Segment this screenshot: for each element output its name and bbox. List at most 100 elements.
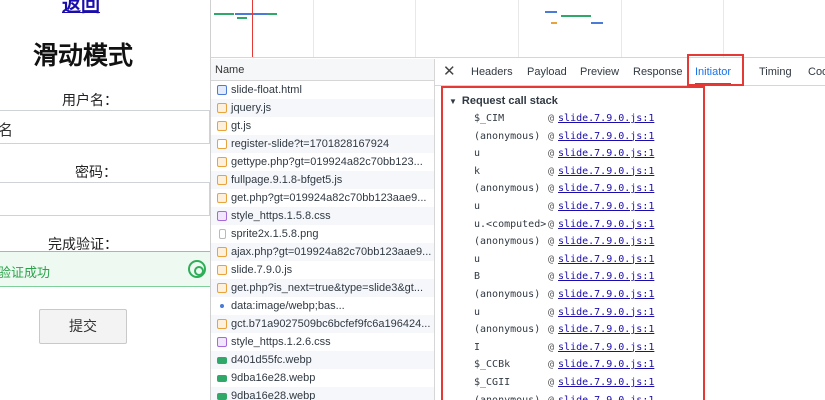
tab-cookies[interactable]: Cookies: [808, 59, 825, 85]
request-row[interactable]: gettype.php?gt=019924a82c70bb123...: [211, 153, 434, 171]
stack-frame: (anonymous) @slide.7.9.0.js:1: [474, 183, 654, 201]
stack-frame: k @ slide.7.9.0.js:1: [474, 166, 654, 184]
request-row[interactable]: ajax.php?gt=019924a82c70bb123aae9...: [211, 243, 434, 261]
frame-source-link[interactable]: slide.7.9.0.js:1: [558, 131, 654, 142]
frame-source-link[interactable]: slide.7.9.0.js:1: [558, 148, 654, 159]
request-row[interactable]: d401d55fc.webp: [211, 351, 434, 369]
tab-response[interactable]: Response: [633, 59, 683, 85]
request-row[interactable]: register-slide?t=1701828167924: [211, 135, 434, 153]
request-row[interactable]: 9dba16e28.webp: [211, 369, 434, 387]
frame-source-link[interactable]: slide.7.9.0.js:1: [558, 359, 654, 370]
frame-source-link[interactable]: slide.7.9.0.js:1: [558, 183, 654, 194]
file-type-icon: [217, 103, 227, 113]
request-row[interactable]: jquery.js: [211, 99, 434, 117]
request-name: style_https.1.2.6.css: [231, 336, 331, 348]
request-row[interactable]: get.php?is_next=true&type=slide3&gt...: [211, 279, 434, 297]
overview-bar: [561, 15, 591, 17]
file-type-icon: [217, 265, 227, 275]
frame-function: (anonymous): [474, 130, 541, 142]
stack-frame: (anonymous)@slide.7.9.0.js:1: [474, 395, 654, 400]
file-type-icon: [217, 319, 227, 329]
frame-source-link[interactable]: slide.7.9.0.js:1: [558, 254, 654, 265]
request-name: get.php?gt=019924a82c70bb123aae9...: [231, 192, 427, 204]
file-type-icon: [217, 283, 227, 293]
frame-function: (anonymous): [474, 183, 541, 195]
frame-source-link[interactable]: slide.7.9.0.js:1: [558, 113, 654, 124]
request-rows: slide-float.html jquery.js gt.js register-s…: [211, 81, 434, 400]
file-type-icon: [217, 337, 227, 347]
frame-at-sign: @: [548, 183, 555, 195]
request-name: get.php?is_next=true&type=slide3&gt...: [231, 282, 424, 294]
tab-headers[interactable]: Headers: [471, 59, 513, 85]
frame-source-link[interactable]: slide.7.9.0.js:1: [558, 166, 654, 177]
request-row[interactable]: get.php?gt=019924a82c70bb123aae9...: [211, 189, 434, 207]
frame-at-sign: @: [548, 113, 555, 124]
stack-frame: (anonymous)@slide.7.9.0.js:1: [474, 324, 654, 342]
request-row[interactable]: data:image/webp;bas...: [211, 297, 434, 315]
request-list[interactable]: Name slide-float.html jquery.js gt.js regis…: [211, 59, 435, 400]
tab-timing[interactable]: Timing: [759, 59, 792, 85]
frame-function: (anonymous): [474, 395, 548, 400]
web-page: 返回 滑动模式 用户名： 名 密码： 完成验证： 验证成功 提交: [0, 0, 210, 400]
request-row[interactable]: gt.js: [211, 117, 434, 135]
frame-function: B: [474, 271, 481, 283]
frame-source-link[interactable]: slide.7.9.0.js:1: [558, 236, 654, 247]
overview-bar: [237, 17, 247, 19]
overview-gridline: [621, 0, 622, 57]
frame-function: u: [474, 306, 481, 318]
request-row[interactable]: 9dba16e28.webp: [211, 387, 434, 400]
request-row[interactable]: style_https.1.5.8.css: [211, 207, 434, 225]
request-row[interactable]: gct.b71a9027509bc6bcfef9fc6a196424...: [211, 315, 434, 333]
password-input[interactable]: [0, 182, 210, 216]
overview-bar: [545, 11, 557, 13]
stack-frame: u.<computed> @ slide.7.9.0.js:1: [474, 219, 654, 237]
network-overview[interactable]: [211, 0, 825, 58]
file-type-icon: [217, 247, 227, 257]
tab-preview[interactable]: Preview: [580, 59, 619, 85]
stack-frame: I @ slide.7.9.0.js:1: [474, 342, 654, 360]
request-row[interactable]: sprite2x.1.5.8.png: [211, 225, 434, 243]
frame-source-link[interactable]: slide.7.9.0.js:1: [558, 289, 654, 300]
file-type-icon: [217, 375, 227, 382]
frame-function: $_CGII: [474, 377, 511, 388]
submit-button[interactable]: 提交: [39, 309, 127, 344]
file-type-icon: [220, 304, 224, 308]
password-label: 密码：: [75, 164, 117, 180]
load-marker: [252, 0, 253, 57]
request-name: d401d55fc.webp: [231, 354, 312, 366]
captcha-status: 验证成功: [0, 265, 51, 280]
request-row[interactable]: fullpage.9.1.8-bfget5.js: [211, 171, 434, 189]
frame-at-sign: @: [548, 253, 555, 265]
request-name: slide.7.9.0.js: [231, 264, 293, 276]
overview-bar: [591, 22, 603, 24]
frame-source-link[interactable]: slide.7.9.0.js:1: [558, 201, 654, 212]
stack-frame: (anonymous)@slide.7.9.0.js:1: [474, 131, 654, 149]
frame-source-link[interactable]: slide.7.9.0.js:1: [558, 377, 654, 388]
back-link[interactable]: 返回: [62, 0, 100, 17]
call-stack-header[interactable]: ▼ Request call stack: [449, 95, 558, 107]
frame-source-link[interactable]: slide.7.9.0.js:1: [558, 342, 654, 353]
frame-source-link[interactable]: slide.7.9.0.js:1: [558, 395, 654, 400]
frame-at-sign: @: [548, 165, 555, 177]
stack-frame: u @ slide.7.9.0.js:1: [474, 254, 654, 272]
overview-gridline: [723, 0, 724, 57]
stack-frame: $_CCBk @ slide.7.9.0.js:1: [474, 359, 654, 377]
request-detail: ✕ Headers Payload Preview Response Initi…: [435, 54, 825, 400]
request-name: data:image/webp;bas...: [231, 300, 345, 312]
frame-source-link[interactable]: slide.7.9.0.js:1: [558, 307, 654, 318]
name-column-header[interactable]: Name: [211, 59, 434, 81]
request-row[interactable]: style_https.1.2.6.css: [211, 333, 434, 351]
username-input[interactable]: 名: [0, 110, 210, 144]
tab-payload[interactable]: Payload: [527, 59, 567, 85]
close-detail-icon[interactable]: ✕: [443, 62, 456, 80]
frame-source-link[interactable]: slide.7.9.0.js:1: [558, 324, 654, 335]
captcha-widget[interactable]: 验证成功: [0, 251, 210, 287]
request-name: 9dba16e28.webp: [231, 390, 316, 400]
request-row[interactable]: slide.7.9.0.js: [211, 261, 434, 279]
overview-gridline: [518, 0, 519, 57]
file-type-icon: [217, 211, 227, 221]
frame-source-link[interactable]: slide.7.9.0.js:1: [558, 271, 654, 282]
frame-at-sign: @: [548, 359, 555, 371]
request-row[interactable]: slide-float.html: [211, 81, 434, 99]
frame-source-link[interactable]: slide.7.9.0.js:1: [558, 219, 654, 230]
